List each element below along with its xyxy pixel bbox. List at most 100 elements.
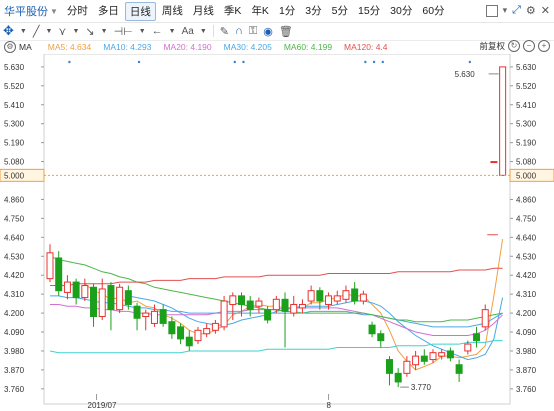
y-tick-label-right: 3.870 (516, 366, 537, 375)
y-tick-label-left: 5.080 (4, 158, 25, 167)
y-tick-label-left: 5.410 (4, 101, 25, 110)
y-tick-label-right: 4.310 (516, 290, 537, 299)
candle-body (72, 281, 80, 299)
plot-frame (43, 54, 511, 405)
zoom-out-icon[interactable]: − (523, 40, 535, 52)
candle-body (246, 300, 254, 311)
event-marker (364, 60, 367, 64)
zoom-in-icon[interactable]: + (538, 40, 550, 52)
y-tick-label-left: 4.200 (4, 309, 25, 318)
chevron-down-icon[interactable]: ▼ (200, 28, 207, 35)
y-tick-label-right: 4.090 (516, 328, 537, 337)
checkbox-icon[interactable] (485, 4, 498, 17)
event-marker (68, 60, 71, 64)
ma-value: MA30: 4.205 (223, 42, 272, 52)
crosshair-icon[interactable]: ✥ (3, 23, 14, 39)
candle-body (98, 288, 106, 318)
y-tick-label-left: 4.750 (4, 214, 25, 223)
candle-body (351, 288, 359, 302)
period-tab[interactable]: 3分 (301, 2, 325, 21)
chevron-down-icon[interactable]: ▼ (72, 28, 79, 35)
period-tab[interactable]: 年K (247, 2, 273, 21)
stock-dropdown-icon[interactable]: ▼ (50, 7, 58, 16)
candle-body (90, 286, 98, 318)
trash-icon[interactable]: 🗑 (279, 25, 293, 38)
candle-body (455, 364, 463, 374)
candle-body (168, 321, 176, 335)
chevron-down-icon[interactable]: ▼ (139, 28, 146, 35)
period-tab[interactable]: 季K (220, 2, 246, 21)
lock-icon[interactable]: ⚿ (249, 25, 257, 38)
chevron-down-icon[interactable]: ▼ (169, 28, 176, 35)
period-tab[interactable]: 60分 (418, 2, 448, 21)
refresh-icon[interactable]: ↻ (508, 40, 520, 52)
candle-body (63, 281, 71, 293)
y-tick-label-right: 5.520 (516, 82, 537, 91)
chevron-down-icon[interactable]: ▼ (45, 28, 52, 35)
candle-body (281, 298, 289, 312)
ma-line (50, 267, 503, 286)
candle-body (464, 343, 472, 352)
dropdown-chevron-icon[interactable]: ▾ (503, 5, 508, 16)
period-tab[interactable]: 多日 (94, 2, 123, 21)
period-tab[interactable]: 15分 (354, 2, 384, 21)
period-tab[interactable]: 分时 (63, 2, 92, 21)
candle-body (412, 355, 420, 366)
ma-settings-icon[interactable]: ⚙ (4, 41, 16, 53)
magnet-icon[interactable]: ∩ (235, 25, 243, 37)
candle-body (159, 309, 167, 324)
y-tick-label-left: 5.520 (4, 82, 25, 91)
candle-body (220, 300, 228, 328)
candle-body (150, 310, 158, 324)
expand-icon[interactable]: ⤢ (512, 4, 521, 17)
y-tick-label-left: 4.530 (4, 252, 25, 261)
event-marker (468, 60, 472, 64)
event-marker (381, 60, 384, 64)
event-marker (137, 60, 141, 64)
candle-body (46, 252, 54, 280)
period-tab[interactable]: 周线 (158, 2, 187, 21)
period-tab[interactable]: 30分 (386, 2, 416, 21)
period-tab[interactable]: 月线 (189, 2, 218, 21)
trend-tool-icon[interactable]: ↘ (85, 25, 94, 38)
settings-icon[interactable]: ⚙ (526, 4, 536, 17)
arrow-tool-icon[interactable]: ← (152, 25, 163, 37)
drawing-toolbar: ✥ ▼ ╱ ▼ ⋎ ▼ ↘ ▼ ⊣⊢ ▼ ← ▼ Aa ▼ ✎ ∩ ⚿ ◉ 🗑 (0, 22, 554, 41)
event-marker (233, 60, 236, 64)
candle-body (394, 372, 402, 383)
y-tick-label-left: 4.310 (4, 290, 25, 299)
candle-body (438, 352, 446, 357)
close-icon[interactable]: ✕ (541, 4, 550, 17)
fq-label[interactable]: 前复权 (479, 40, 505, 52)
measure-tool-icon[interactable]: ⊣⊢ (114, 25, 133, 38)
candle-body (124, 290, 132, 305)
period-tab[interactable]: 日线 (124, 1, 156, 21)
candle-body (203, 328, 211, 335)
y-tick-label-right: 4.860 (516, 195, 537, 204)
candle-body (142, 312, 150, 318)
line-tool-icon[interactable]: ╱ (33, 25, 40, 38)
candle-body (403, 360, 411, 374)
polyline-tool-icon[interactable]: ⋎ (58, 25, 66, 38)
candle-body (333, 295, 341, 302)
divider (212, 25, 214, 37)
period-toolbar: 华平股份 ▼ 分时 多日 日线 周线 月线 季K 年K 1分 3分 5分 15分 30分 60分 ▾ ⤢… (0, 0, 554, 23)
stock-name[interactable]: 华平股份 (4, 3, 48, 19)
period-tab[interactable]: 1分 (275, 2, 299, 21)
period-tab[interactable]: 5分 (328, 2, 352, 21)
candle-body (368, 324, 376, 335)
candle-body (290, 303, 298, 314)
pen-icon[interactable]: ✎ (220, 25, 229, 38)
y-tick-label-left: 3.760 (4, 385, 25, 394)
ma-legend: ⚙ MA MA5: 4.634 MA10: 4.293 MA20: 4.190 MA3… (0, 40, 554, 54)
eye-icon[interactable]: ◉ (263, 25, 273, 38)
text-tool-icon[interactable]: Aa (182, 26, 194, 37)
chevron-down-icon[interactable]: ▼ (101, 28, 108, 35)
chevron-down-icon[interactable]: ▼ (20, 28, 27, 35)
candle-body (211, 322, 219, 331)
candle-body (194, 329, 202, 342)
ma-line (128, 295, 504, 361)
candle-body (55, 257, 63, 292)
y-tick-label-left: 4.090 (4, 328, 25, 337)
candlestick-chart[interactable]: 5.630 5.630 5.520 5.520 5.410 5.410 5.300 5.300… (0, 54, 554, 411)
